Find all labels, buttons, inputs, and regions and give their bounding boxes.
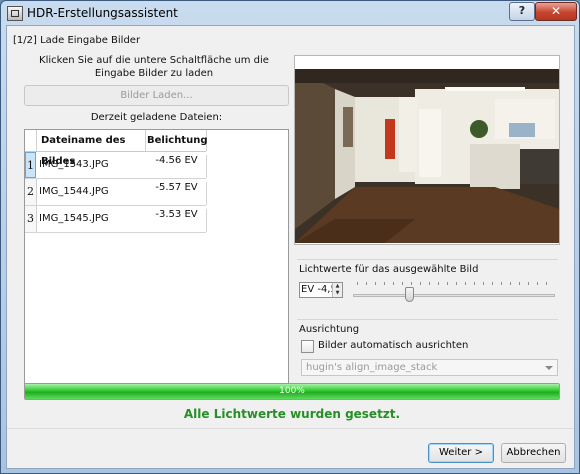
slider-tick (501, 282, 502, 285)
auto-align-label[interactable]: Bilder automatisch ausrichten (318, 340, 468, 351)
exposure-cell[interactable]: -4.56 EV (147, 155, 207, 178)
slider-tick (510, 282, 511, 285)
slider-tick (393, 282, 394, 285)
row-header[interactable]: 2 (25, 179, 37, 205)
dialog-window: HDR-Erstellungsassistent ? ✕ [1/2] Lade … (0, 0, 580, 474)
filename-cell: IMG_1545.JPG (39, 213, 109, 224)
row-header[interactable]: 3 (25, 206, 37, 232)
slider-tick (528, 282, 529, 285)
slider-tick (492, 282, 493, 285)
title-bar[interactable]: HDR-Erstellungsassistent ? ✕ (1, 1, 579, 25)
slider-tick (519, 282, 520, 285)
slider-tick (411, 282, 412, 285)
load-images-label: Bilder Laden... (120, 90, 193, 101)
next-button[interactable]: Weiter > (428, 443, 494, 463)
slider-tick (429, 282, 430, 285)
slider-tick (357, 282, 358, 285)
dialog-client-area: [1/2] Lade Eingabe Bilder Klicken Sie au… (6, 25, 575, 469)
status-message: Alle Lichtwerte wurden gesetzt. (183, 407, 401, 421)
slider-tick (438, 282, 439, 285)
exposure-cell[interactable]: -5.57 EV (147, 182, 207, 205)
cancel-label: Abbrechen (506, 447, 561, 458)
slider-tick (474, 282, 475, 285)
ev-spinbox[interactable]: EV -4,5 ▲ ▼ (299, 282, 343, 298)
filename-cell: IMG_1544.JPG (39, 186, 109, 197)
table-row[interactable]: 1 IMG_1543.JPG -4.56 EV (25, 152, 207, 179)
help-button[interactable]: ? (509, 2, 535, 21)
window-title: HDR-Erstellungsassistent (27, 6, 178, 20)
slider-tick (420, 282, 421, 285)
spin-arrows-icon[interactable]: ▲ ▼ (332, 283, 342, 297)
load-images-button[interactable]: Bilder Laden... (24, 85, 289, 106)
next-label: Weiter > (439, 447, 483, 458)
instructions-text: Klicken Sie auf die untere Schaltfläche … (39, 55, 269, 79)
auto-align-checkbox[interactable] (301, 340, 314, 353)
column-header-exposure[interactable]: Belichtung (147, 130, 207, 151)
slider-thumb[interactable] (405, 287, 414, 302)
slider-tick (483, 282, 484, 285)
slider-tick (546, 282, 547, 285)
align-method-select[interactable]: hugin's align_image_stack (301, 359, 558, 376)
preview-photo (295, 69, 559, 243)
chevron-down-icon (545, 366, 553, 370)
exposure-values-group: Lichtwerte für das ausgewählte Bild EV -… (297, 259, 558, 312)
slider-tick (375, 282, 376, 285)
slider-tick (366, 282, 367, 285)
slider-tick (465, 282, 466, 285)
button-bar: Weiter > Abbrechen (7, 428, 574, 469)
image-preview (294, 55, 560, 245)
slider-tick (447, 282, 448, 285)
align-method-value: hugin's align_image_stack (306, 362, 438, 373)
ev-slider[interactable] (353, 280, 555, 304)
alignment-group: Ausrichtung Bilder automatisch ausrichte… (297, 319, 558, 380)
progress-text: 100% (279, 386, 305, 396)
file-table[interactable]: Dateiname des Bildes Belichtung 1 IMG_15… (24, 129, 289, 396)
cancel-button[interactable]: Abbrechen (501, 443, 566, 463)
app-icon (7, 6, 23, 21)
slider-tick (456, 282, 457, 285)
loaded-files-label: Derzeit geladene Dateien: (90, 112, 223, 123)
slider-track (353, 294, 555, 297)
table-corner (25, 130, 37, 151)
close-button[interactable]: ✕ (535, 2, 577, 21)
table-row[interactable]: 2 IMG_1544.JPG -5.57 EV (25, 179, 207, 206)
table-row[interactable]: 3 IMG_1545.JPG -3.53 EV (25, 206, 207, 233)
slider-tick (537, 282, 538, 285)
row-header[interactable]: 1 (25, 152, 36, 178)
step-label: [1/2] Lade Eingabe Bilder (13, 35, 141, 46)
table-header: Dateiname des Bildes Belichtung (25, 130, 207, 167)
column-header-filename[interactable]: Dateiname des Bildes (37, 130, 146, 167)
filename-cell: IMG_1543.JPG (39, 159, 109, 170)
exposure-cell[interactable]: -3.53 EV (147, 209, 207, 232)
slider-tick (384, 282, 385, 285)
progress-bar: 100% (24, 383, 560, 400)
slider-tick (402, 282, 403, 285)
alignment-group-title: Ausrichtung (299, 324, 360, 335)
exposure-group-title: Lichtwerte für das ausgewählte Bild (299, 264, 479, 275)
